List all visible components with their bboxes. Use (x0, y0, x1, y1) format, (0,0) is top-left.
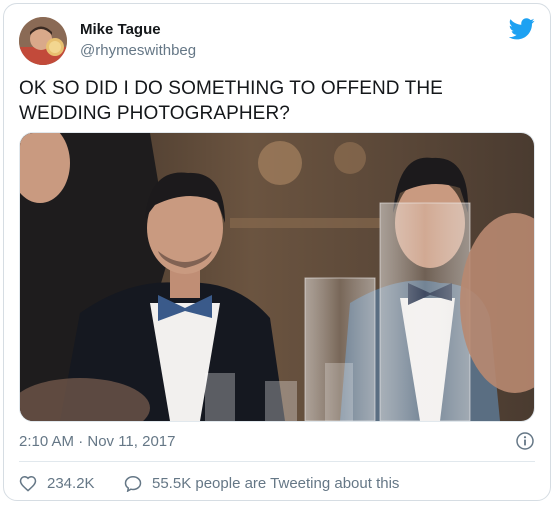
divider (19, 461, 535, 462)
tweet-timestamp[interactable]: 2:10 AM · Nov 11, 2017 (19, 433, 175, 450)
tweet-text: OK SO DID I DO SOMETHING TO OFFEND THE W… (19, 78, 443, 124)
tweet-photo[interactable] (19, 132, 535, 422)
heart-icon[interactable] (19, 475, 37, 492)
info-icon[interactable] (516, 432, 534, 450)
tweeting-about-link[interactable]: 55.5K people are Tweeting about this (152, 475, 399, 492)
tweet-card[interactable]: Mike Tague @rhymeswithbeg OK SO DID I DO… (3, 3, 551, 501)
like-count[interactable]: 234.2K (47, 475, 95, 492)
author-handle[interactable]: @rhymeswithbeg (80, 42, 196, 59)
author-name[interactable]: Mike Tague (80, 21, 161, 38)
speech-bubble-icon[interactable] (124, 475, 142, 493)
twitter-bird-icon[interactable] (508, 18, 535, 40)
avatar[interactable] (19, 17, 67, 65)
